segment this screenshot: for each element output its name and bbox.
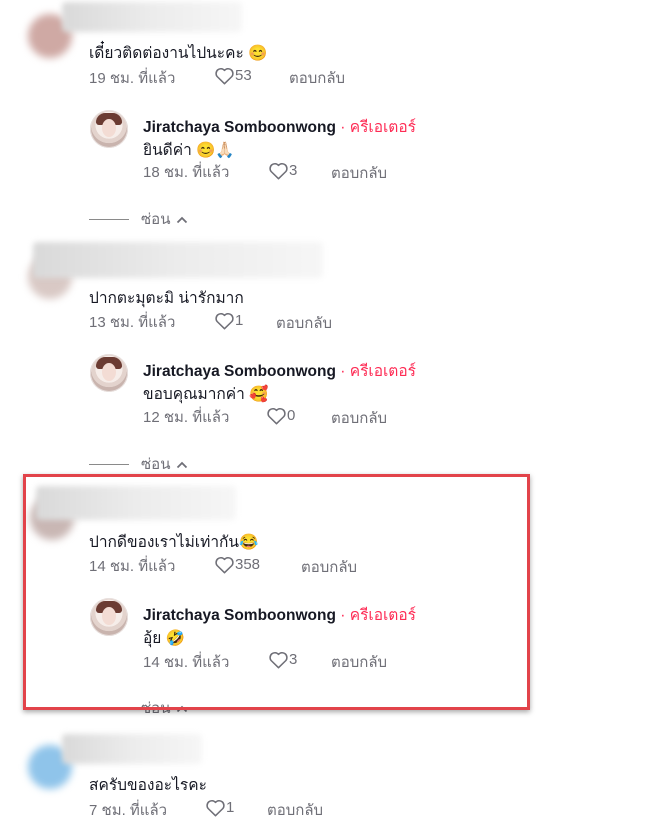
heart-outline-icon <box>205 798 226 817</box>
hide-label: ซ่อน <box>141 456 171 473</box>
reply-text: ยินดีค่า 😊🙏🏻 <box>143 142 235 159</box>
like-button[interactable]: 1 <box>214 311 243 330</box>
comment-meta: 19 ชม. ที่แล้ว <box>89 66 175 90</box>
divider <box>89 463 129 465</box>
comment-text: เดี๋ยวติดต่องานไปนะคะ 😊 <box>89 45 268 62</box>
like-button[interactable]: 0 <box>266 406 295 425</box>
chevron-up-icon <box>176 456 188 473</box>
like-button[interactable]: 53 <box>214 66 252 85</box>
reply-meta: 18 ชม. ที่แล้ว <box>143 160 229 184</box>
heart-outline-icon <box>214 311 235 330</box>
like-count: 0 <box>287 407 296 424</box>
hide-label: ซ่อน <box>141 211 171 228</box>
comment-text: ปากตะมุตะมิ น่ารักมาก <box>89 290 244 307</box>
creator-name[interactable]: Jiratchaya Somboonwong <box>143 363 336 380</box>
reply-meta: 12 ชม. ที่แล้ว <box>143 405 229 429</box>
reply-button[interactable]: ตอบกลับ <box>331 406 387 430</box>
creator-name[interactable]: Jiratchaya Somboonwong <box>143 119 336 136</box>
heart-outline-icon <box>268 161 289 180</box>
hide-replies-button[interactable]: ซ่อน <box>89 452 188 476</box>
comment-author-name[interactable] <box>62 734 202 764</box>
reply-time: 12 ชม. ที่แล้ว <box>143 409 230 426</box>
comment-time: 7 ชม. ที่แล้ว <box>89 802 168 819</box>
reply-button[interactable]: ตอบกลับ <box>276 311 332 335</box>
comment-author-name[interactable] <box>62 2 242 32</box>
like-button[interactable]: 1 <box>205 798 234 817</box>
comment-time: 13 ชม. ที่แล้ว <box>89 314 176 331</box>
like-count: 53 <box>235 67 252 84</box>
reply-button[interactable]: ตอบกลับ <box>289 66 345 90</box>
creator-badge: · ครีเอเตอร์ <box>340 119 417 136</box>
reply-time: 18 ชม. ที่แล้ว <box>143 164 230 181</box>
creator-name-row: Jiratchaya Somboonwong · ครีเอเตอร์ <box>143 114 416 139</box>
comment-meta: 13 ชม. ที่แล้ว <box>89 310 175 334</box>
creator-avatar[interactable] <box>90 110 128 148</box>
divider <box>89 218 129 220</box>
like-count: 1 <box>235 312 244 329</box>
hide-replies-button[interactable]: ซ่อน <box>89 207 188 231</box>
comment-text: สครับของอะไรคะ <box>89 777 207 794</box>
reply-button[interactable]: ตอบกลับ <box>331 161 387 185</box>
heart-outline-icon <box>266 406 287 425</box>
comment-meta: 7 ชม. ที่แล้ว <box>89 798 167 822</box>
comment-author-name[interactable] <box>33 242 323 278</box>
chevron-up-icon <box>176 211 188 228</box>
comment-time: 19 ชม. ที่แล้ว <box>89 70 176 87</box>
reply-text: ขอบคุณมากค่า 🥰 <box>143 386 269 403</box>
like-count: 3 <box>289 162 298 179</box>
like-count: 1 <box>226 799 235 816</box>
creator-avatar[interactable] <box>90 354 128 392</box>
highlight-box <box>23 474 530 710</box>
heart-outline-icon <box>214 66 235 85</box>
creator-name-row: Jiratchaya Somboonwong · ครีเอเตอร์ <box>143 358 416 383</box>
reply-button[interactable]: ตอบกลับ <box>267 798 323 822</box>
creator-badge: · ครีเอเตอร์ <box>340 363 417 380</box>
like-button[interactable]: 3 <box>268 161 297 180</box>
